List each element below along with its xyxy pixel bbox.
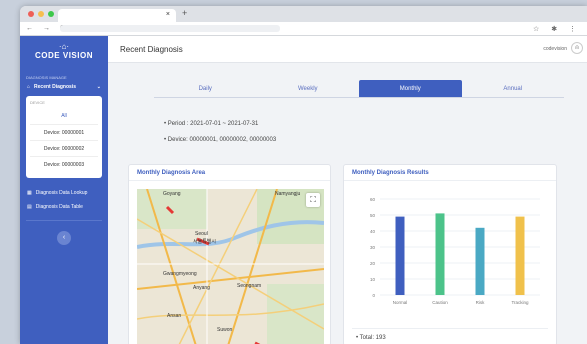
results-card: Monthly Diagnosis Results 0 10 20 30 40 50 60 N… xyxy=(343,164,557,344)
y-tick-label: 60 xyxy=(370,197,376,202)
map-label: Namyangju xyxy=(275,191,301,197)
bar-tracking[interactable] xyxy=(515,216,525,295)
y-tick-label: 0 xyxy=(372,293,375,298)
map-label: Suwon xyxy=(217,327,233,333)
minimize-window-dot[interactable] xyxy=(38,11,44,17)
tab-weekly[interactable]: Weekly xyxy=(257,80,360,97)
diagnosis-map[interactable]: Goyang Seoul 서울특별시 Gwangmyeong Anyang Se… xyxy=(137,189,324,344)
page-title: Recent Diagnosis xyxy=(120,45,183,54)
device-option[interactable]: Device: 00000003 xyxy=(30,156,98,172)
x-tick-label: Caution xyxy=(432,300,448,305)
table-icon: ▤ xyxy=(27,204,32,210)
sidebar-item-label: Diagnosis Data Lookup xyxy=(35,190,88,196)
sidebar-item-data-lookup[interactable]: ▦ Diagnosis Data Lookup xyxy=(20,186,108,200)
lookup-icon: ▦ xyxy=(27,190,32,196)
sidebar-item-recent-diagnosis[interactable]: ⌂ Recent Diagnosis ⌄ xyxy=(20,80,108,94)
sidebar-item-label: Recent Diagnosis xyxy=(34,84,76,90)
map-card: Monthly Diagnosis Area Goyang Seoul 서울특별… xyxy=(128,164,331,344)
window-controls xyxy=(28,11,54,17)
user-name[interactable]: codevision xyxy=(543,46,567,52)
bar-caution[interactable] xyxy=(435,213,445,295)
x-tick-label: Tracking xyxy=(511,300,529,305)
bar-risk[interactable] xyxy=(475,227,485,295)
browser-window: × + ← → C ☆ ✱ ⋮ ·⌂· CODE VISION DIAGNOSI… xyxy=(20,6,587,344)
results-bar-chart: 0 10 20 30 40 50 60 Normal Caution Risk Tracking xyxy=(370,197,540,305)
tab-daily[interactable]: Daily xyxy=(154,80,257,97)
bar-normal[interactable] xyxy=(395,216,405,295)
logo: ·⌂· CODE VISION xyxy=(20,36,108,72)
map-label: Ansan xyxy=(167,313,182,319)
period-info: • Period : 2021-07-01 ~ 2021-07-31 xyxy=(164,121,259,127)
x-tick-label: Risk xyxy=(476,300,485,305)
url-field[interactable] xyxy=(60,25,280,32)
device-filter: DEVICE All Device: 00000001 Device: 0000… xyxy=(26,96,102,178)
home-icon: ⌂ xyxy=(27,84,31,90)
map-label: 서울특별시 xyxy=(193,239,217,245)
browser-tabbar: × + xyxy=(20,6,587,22)
y-tick-label: 20 xyxy=(370,261,376,266)
maximize-window-dot[interactable] xyxy=(48,11,54,17)
fullscreen-icon[interactable]: ⛶ xyxy=(306,193,320,207)
browser-tab[interactable]: × xyxy=(58,9,176,22)
device-label: DEVICE xyxy=(30,100,45,105)
new-tab-icon[interactable]: + xyxy=(182,8,187,18)
address-bar: ← → C ☆ ✱ ⋮ xyxy=(20,22,587,36)
tab-close-icon[interactable]: × xyxy=(166,11,170,18)
close-window-dot[interactable] xyxy=(28,11,34,17)
y-tick-label: 10 xyxy=(370,277,376,282)
main-content: Recent Diagnosis codevision ⍝ Daily Week… xyxy=(108,36,587,344)
sidebar-divider xyxy=(26,220,102,221)
tab-monthly[interactable]: Monthly xyxy=(359,80,462,97)
map-label: Gwangmyeong xyxy=(163,271,197,277)
device-option[interactable]: Device: 00000001 xyxy=(30,124,98,140)
map-graphic xyxy=(137,189,324,344)
results-card-title: Monthly Diagnosis Results xyxy=(344,165,556,181)
top-bar: Recent Diagnosis codevision ⍝ xyxy=(108,36,587,63)
map-card-title: Monthly Diagnosis Area xyxy=(129,165,330,181)
chart-divider xyxy=(352,328,548,329)
logo-name: CODE VISION xyxy=(35,51,93,60)
device-option[interactable]: All xyxy=(30,108,98,124)
total-count: • Total: 193 xyxy=(356,335,386,341)
map-label: Seongnam xyxy=(237,283,262,289)
sidebar: ·⌂· CODE VISION DIAGNOSIS MANAGE ⌂ Recen… xyxy=(20,36,108,344)
chevron-down-icon: ⌄ xyxy=(96,84,101,90)
y-tick-label: 50 xyxy=(370,213,376,218)
sidebar-item-data-table[interactable]: ▤ Diagnosis Data Table xyxy=(20,200,108,214)
logo-mark-icon: ·⌂· xyxy=(58,42,70,51)
browser-menu-icons[interactable]: ☆ ✱ ⋮ xyxy=(533,25,581,33)
map-label: Goyang xyxy=(163,191,181,197)
sidebar-item-label: Diagnosis Data Table xyxy=(35,204,83,210)
map-label: Anyang xyxy=(193,285,210,291)
tab-annual[interactable]: Annual xyxy=(462,80,565,97)
sidebar-collapse-button[interactable]: ‹ xyxy=(57,231,71,245)
map-label: Seoul xyxy=(195,231,208,237)
x-tick-label: Normal xyxy=(393,300,408,305)
user-icon[interactable]: ⍝ xyxy=(571,42,583,54)
period-tabs: Daily Weekly Monthly Annual xyxy=(154,80,564,98)
y-tick-label: 40 xyxy=(370,229,376,234)
device-option[interactable]: Device: 00000002 xyxy=(30,140,98,156)
device-info: • Device: 00000001, 00000002, 00000003 xyxy=(164,137,277,143)
y-tick-label: 30 xyxy=(370,245,376,250)
